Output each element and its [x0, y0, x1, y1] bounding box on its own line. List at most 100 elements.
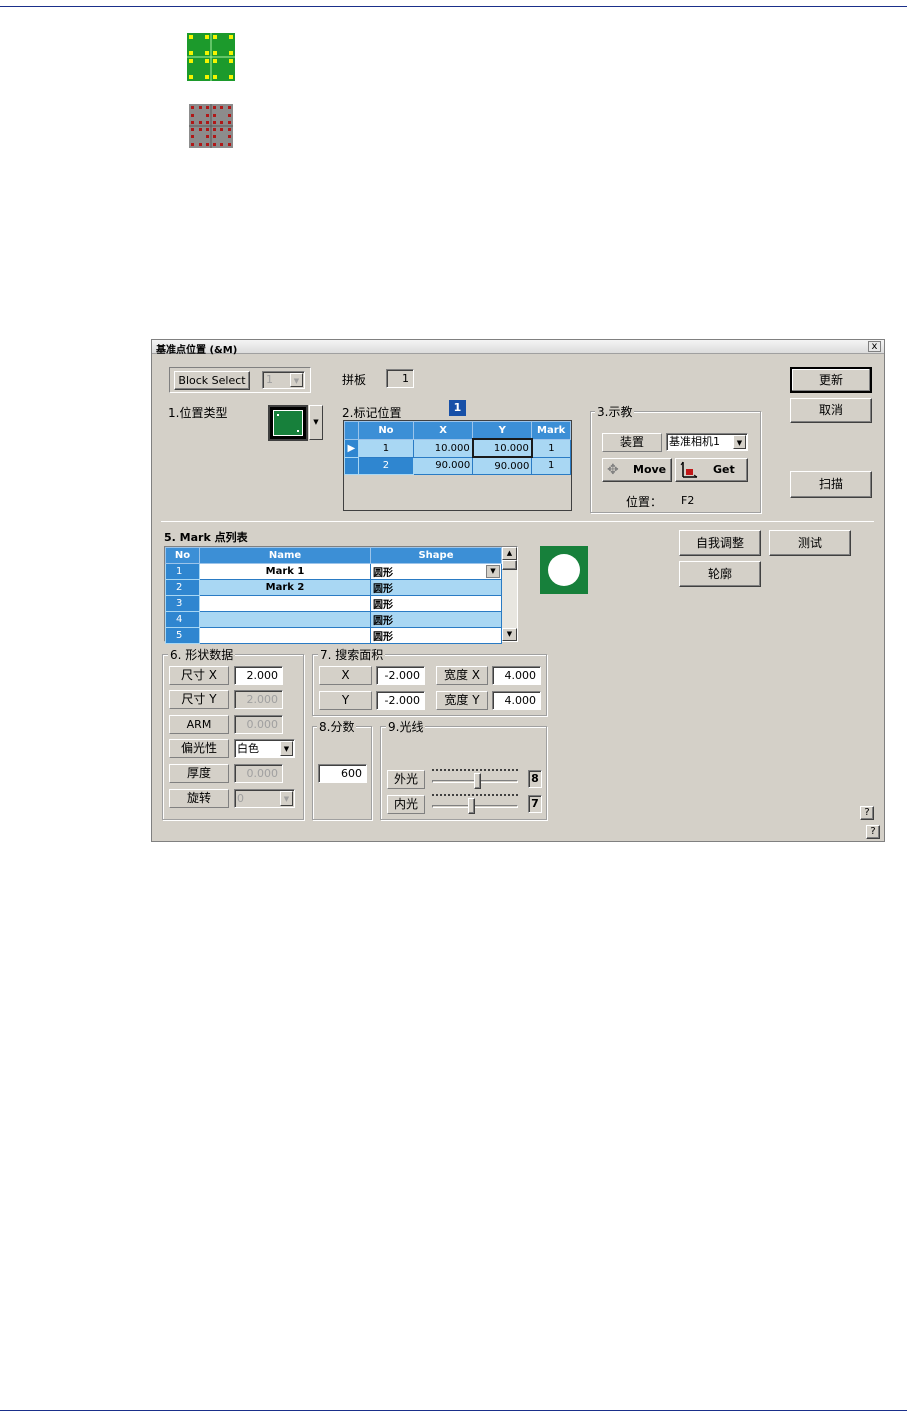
size-x-label: 尺寸 X: [169, 666, 229, 685]
search-x-input[interactable]: -2.000: [376, 666, 425, 685]
arm-input[interactable]: 0.000: [234, 715, 283, 734]
self-adjust-button[interactable]: 自我调整: [679, 530, 761, 556]
search-x-label: X: [319, 666, 372, 685]
rotation-select[interactable]: 0 ▼: [234, 789, 295, 808]
size-y-label: 尺寸 Y: [169, 690, 229, 709]
green-pad-pattern-icon: [187, 33, 235, 81]
mark-position-badge: 1: [449, 400, 466, 416]
score-label: 8.分数: [317, 718, 357, 735]
outer-light-thumb[interactable]: [474, 773, 481, 789]
move-arrows-icon: ✥: [607, 462, 619, 478]
width-y-input[interactable]: 4.000: [492, 691, 541, 710]
move-label: Move: [633, 463, 667, 476]
inner-light-label: 内光: [387, 795, 425, 814]
device-select-value: 基准相机1: [669, 435, 720, 448]
get-label: Get: [713, 463, 735, 476]
search-area-label: 7. 搜索面积: [318, 646, 386, 663]
mark-position-grid: No X Y Mark ▶ 1 10.000 10.000 1 2 90.000…: [343, 420, 572, 511]
cancel-button[interactable]: 取消: [790, 398, 872, 423]
axis-get-icon: [680, 461, 698, 479]
position-type-picker[interactable]: [268, 405, 308, 441]
bottom-rule: [0, 1410, 907, 1411]
test-button[interactable]: 测试: [769, 530, 851, 556]
contour-button[interactable]: 轮廓: [679, 561, 761, 587]
search-y-input[interactable]: -2.000: [376, 691, 425, 710]
scroll-thumb[interactable]: [502, 560, 517, 570]
width-x-input[interactable]: 4.000: [492, 666, 541, 685]
help-button[interactable]: ?: [866, 825, 880, 839]
rotation-value: 0: [237, 792, 244, 805]
slider-ticks: [432, 769, 518, 771]
shape-value: 圆形: [373, 568, 393, 579]
position-value: F2: [681, 494, 695, 507]
row-indicator-icon: ▶: [344, 438, 359, 458]
col-y: Y: [472, 421, 533, 440]
col-x: X: [413, 421, 474, 440]
mark-position-label: 2.标记位置: [342, 406, 402, 420]
chevron-down-icon[interactable]: ▼: [486, 565, 500, 578]
square-mark-icon: [273, 410, 303, 436]
get-button[interactable]: Get: [675, 458, 748, 482]
position-label: 位置：: [626, 495, 663, 509]
teach-label: 3.示教: [595, 403, 635, 420]
block-select-button[interactable]: Block Select: [174, 371, 250, 390]
table-row[interactable]: 4 圆形: [165, 611, 502, 628]
outer-light-slider[interactable]: [430, 767, 520, 789]
col-name: Name: [199, 547, 371, 564]
shape-data-label: 6. 形状数据: [168, 646, 236, 663]
chevron-down-icon[interactable]: ▼: [280, 741, 293, 756]
scroll-down-icon[interactable]: ▼: [502, 628, 517, 641]
width-x-label: 宽度 X: [436, 666, 488, 685]
mark-list-scrollbar[interactable]: ▲ ▼: [502, 547, 517, 641]
thickness-input[interactable]: 0.000: [234, 764, 283, 783]
size-y-input[interactable]: 2.000: [234, 690, 283, 709]
search-y-label: Y: [319, 691, 372, 710]
panel-label: 拼板: [342, 373, 367, 387]
position-type-label: 1.位置类型: [168, 406, 228, 420]
title-bar: 基准点位置 (&M) x: [152, 340, 884, 356]
window-title: 基准点位置 (&M): [156, 345, 238, 356]
section-divider: [161, 521, 874, 522]
table-row[interactable]: 3 圆形: [165, 595, 502, 612]
help-button[interactable]: ?: [860, 806, 874, 820]
chevron-down-icon[interactable]: ▼: [733, 435, 746, 449]
chevron-down-icon[interactable]: ▼: [290, 373, 303, 387]
table-row[interactable]: 1 Mark 1 圆形 ▼: [165, 563, 502, 580]
arm-label: ARM: [169, 715, 229, 734]
update-button[interactable]: 更新: [790, 367, 872, 393]
block-select-value: 1: [266, 373, 273, 386]
table-row[interactable]: 2 Mark 2 圆形: [165, 579, 502, 596]
device-select[interactable]: 基准相机1 ▼: [666, 433, 748, 451]
outer-light-value: 8: [528, 770, 542, 788]
chevron-down-icon[interactable]: ▼: [309, 405, 323, 440]
mark-preview: [540, 546, 588, 594]
score-input[interactable]: 600: [318, 764, 367, 783]
move-button[interactable]: ✥ Move: [602, 458, 672, 482]
col-no: No: [357, 421, 415, 440]
inner-light-thumb[interactable]: [468, 798, 475, 814]
block-select-combo[interactable]: 1 ▼: [262, 371, 305, 389]
polarity-value: 白色: [237, 742, 259, 755]
inner-light-slider[interactable]: [430, 792, 520, 814]
table-row[interactable]: 2 90.000 90.000 1: [344, 456, 571, 475]
polarity-select[interactable]: 白色 ▼: [234, 739, 295, 758]
col-no: No: [165, 547, 200, 564]
table-row[interactable]: ▶ 1 10.000 10.000 1: [344, 438, 571, 458]
scan-button[interactable]: 扫描: [790, 471, 872, 498]
fiducial-position-dialog: 基准点位置 (&M) x Block Select 1 ▼ 拼板 1 更新 取消…: [151, 339, 885, 842]
close-button[interactable]: x: [868, 341, 881, 352]
col-shape: Shape: [370, 547, 502, 564]
chevron-down-icon[interactable]: ▼: [280, 791, 293, 806]
top-rule: [0, 6, 907, 7]
size-x-input[interactable]: 2.000: [234, 666, 283, 685]
table-row[interactable]: 5 圆形: [165, 627, 502, 644]
device-label: 装置: [602, 433, 662, 452]
col-mark: Mark: [531, 421, 571, 440]
outer-light-label: 外光: [387, 770, 425, 789]
mark-list-grid: No Name Shape 1 Mark 1 圆形 ▼ 2 Mark 2 圆形 …: [164, 546, 518, 644]
scroll-up-icon[interactable]: ▲: [502, 547, 517, 560]
inner-light-value: 7: [528, 795, 542, 813]
slider-ticks: [432, 794, 518, 796]
mark-list-label: 5. Mark 点列表: [164, 531, 248, 544]
panel-value: 1: [386, 369, 414, 388]
